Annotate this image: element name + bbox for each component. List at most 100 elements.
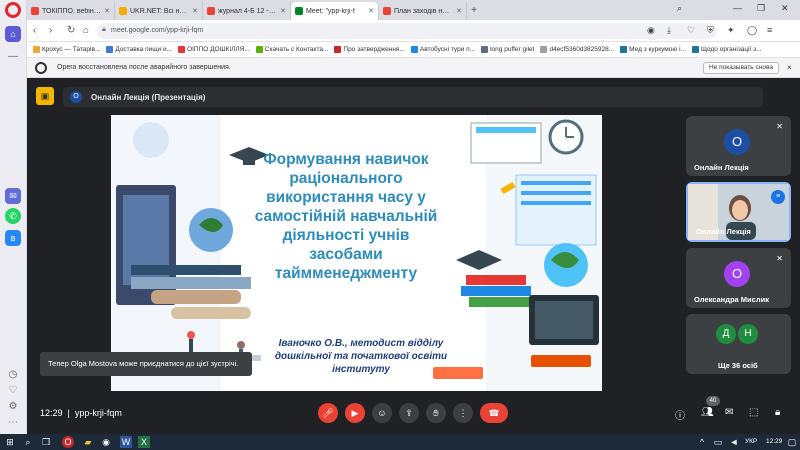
participant-name: Онлайн Лекція (696, 227, 751, 236)
shield-icon[interactable]: ⛨ (707, 25, 714, 36)
bookmark[interactable]: Доставка пищи и... (106, 46, 172, 53)
messenger-icon[interactable]: ✉ (5, 188, 21, 204)
gmail-icon (383, 7, 391, 15)
bookmark-favicon-icon (691, 46, 699, 53)
raise-hand-button[interactable]: ✋︎ (426, 403, 446, 423)
reload-icon[interactable]: ↻ (67, 25, 75, 36)
network-icon[interactable]: ▭ (712, 436, 724, 448)
activities-icon[interactable]: ⬚ (749, 407, 758, 418)
restore-icon[interactable]: ❐ (757, 3, 765, 14)
info-icon[interactable]: ⓘ (675, 407, 685, 422)
account-icon[interactable]: ◯ (747, 25, 757, 36)
menu-icon[interactable]: ≡ (767, 25, 772, 35)
close-icon[interactable]: × (787, 63, 792, 72)
url-field[interactable]: 🔒︎ meet.google.com/ypp-krji-fqm (97, 23, 717, 39)
bookmark[interactable]: ОІППО ДОШКІЛЛЯ... (178, 46, 250, 53)
participant-tile[interactable]: ✕ О Онлайн Лекція (686, 116, 791, 176)
bookmark-favicon-icon (540, 46, 548, 53)
avatar: О (724, 129, 750, 155)
file-explorer-icon[interactable]: ▰ (82, 436, 94, 448)
bookmark[interactable]: Автобусні тури п... (410, 46, 475, 53)
tab-meet[interactable]: Мeet: "ypp-krji-f ✕ (291, 2, 379, 20)
mic-toggle-button[interactable]: 🎤︎ (318, 403, 338, 423)
back-icon[interactable]: ‹ (33, 25, 36, 36)
participant-tile[interactable]: ✕ О Олександра Мислик (686, 248, 791, 308)
bookmark[interactable]: Про затвердження... (334, 46, 405, 53)
bookmark[interactable]: Щодо організації з... (691, 46, 762, 53)
tab-label: UKR.NET: Всі новини Укр (130, 7, 189, 15)
new-tab-button[interactable]: + (467, 2, 481, 20)
vk-icon[interactable]: в (5, 230, 21, 246)
heart-icon[interactable]: ♡ (8, 386, 18, 396)
tab-tokippo[interactable]: ТОКІППО, вебінар для ПЕ ✕ (27, 2, 115, 20)
leave-call-button[interactable]: ☎ (480, 403, 508, 423)
search-icon[interactable]: ⌕ (22, 436, 34, 448)
tab-journal[interactable]: журнал 4-Б 12 - s.golh@ ✕ (203, 2, 291, 20)
notifications-icon[interactable]: ▢ (786, 436, 798, 448)
download-icon[interactable]: ⤓ (667, 25, 671, 36)
bookmark-favicon-icon (620, 46, 628, 53)
close-icon[interactable]: ✕ (104, 7, 110, 15)
history-icon[interactable]: ◷ (8, 370, 18, 380)
search-tabs-icon[interactable]: ⌕ (677, 3, 682, 14)
meet-icon (295, 7, 303, 15)
word-icon[interactable]: W (120, 436, 132, 448)
home-icon[interactable]: ⌂ (5, 26, 21, 42)
windows-start-icon[interactable]: ⊞ (4, 436, 16, 448)
mic-off-icon: ✕ (776, 254, 783, 263)
home-nav-icon[interactable]: ⌂ (83, 25, 89, 36)
speaking-indicator-icon: ≡ (771, 190, 785, 204)
present-button[interactable]: ⇪ (399, 403, 419, 423)
avatar: О (724, 261, 750, 287)
gmail-icon (31, 7, 39, 15)
bookmark[interactable]: Скачать с Контакта... (255, 46, 329, 53)
chrome-icon[interactable]: ◉ (100, 436, 112, 448)
more-icon[interactable]: ⋯ (8, 418, 18, 428)
presentation-icon[interactable]: ▣ (36, 87, 54, 105)
more-participants-tile[interactable]: Д Н Ще 36 осіб (686, 314, 791, 374)
extensions-icon[interactable]: ✦ (727, 25, 735, 36)
bookmark-heart-icon[interactable]: ♡ (687, 25, 695, 36)
bookmark[interactable]: Мед з куркумою і... (620, 46, 686, 53)
participant-tile-speaking[interactable]: ≡ Онлайн Лекція (686, 182, 791, 242)
minimize-icon[interactable]: — (733, 3, 742, 13)
forward-icon[interactable]: › (49, 25, 52, 36)
emoji-button[interactable]: ☺ (372, 403, 392, 423)
bookmark[interactable]: Крохус — Татарів... (33, 46, 100, 53)
mic-off-icon: ✕ (776, 122, 783, 131)
meeting-time: 12:29 (40, 408, 63, 418)
system-clock[interactable]: 12:29 (766, 438, 782, 445)
close-icon[interactable]: ✕ (192, 7, 198, 15)
bookmark-favicon-icon (334, 46, 342, 53)
close-icon[interactable]: ✕ (280, 7, 286, 15)
people-icon[interactable]: 👥︎ (701, 407, 714, 418)
dont-show-again-button[interactable]: Не показывать снова (703, 62, 779, 74)
settings-icon[interactable]: ⚙ (8, 402, 18, 412)
excel-icon[interactable]: X (138, 436, 150, 448)
opera-logo-icon[interactable] (5, 2, 21, 18)
host-controls-icon[interactable]: 🔒︎ (775, 407, 780, 418)
opera-taskbar-icon[interactable]: O (62, 436, 74, 448)
task-view-icon[interactable]: ❐ (40, 436, 52, 448)
window-close-icon[interactable]: ✕ (781, 3, 789, 14)
bookmark[interactable]: long puffer gilet (481, 46, 534, 53)
url-text: meet.google.com/ypp-krji-fqm (111, 27, 204, 34)
bookmark[interactable]: d4ecf5360d3825928... (540, 46, 614, 53)
join-notification: Тепер Olga Mostova може приєднатися до ц… (40, 352, 252, 376)
close-icon[interactable]: ✕ (368, 7, 374, 15)
tray-up-icon[interactable]: ^ (696, 436, 708, 448)
bookmark-favicon-icon (106, 46, 114, 53)
whatsapp-icon[interactable]: ✆ (5, 208, 21, 224)
bookmark-label: Скачать с Контакта... (264, 46, 329, 53)
bookmark-favicon-icon (33, 46, 40, 53)
camera-icon[interactable]: ◉ (647, 25, 655, 36)
tab-plan[interactable]: План заходів на 2024р. ✕ (379, 2, 467, 20)
tab-ukrnet[interactable]: UKR.NET: Всі новини Укр ✕ (115, 2, 203, 20)
input-language[interactable]: УКР (745, 438, 757, 445)
volume-icon[interactable]: ◄ (728, 436, 740, 448)
more-options-button[interactable]: ⋮ (453, 403, 473, 423)
camera-toggle-button[interactable]: ▶ (345, 403, 365, 423)
close-icon[interactable]: ✕ (456, 7, 462, 15)
avatar: Н (738, 324, 758, 344)
chat-icon[interactable]: ✉ (725, 407, 733, 418)
